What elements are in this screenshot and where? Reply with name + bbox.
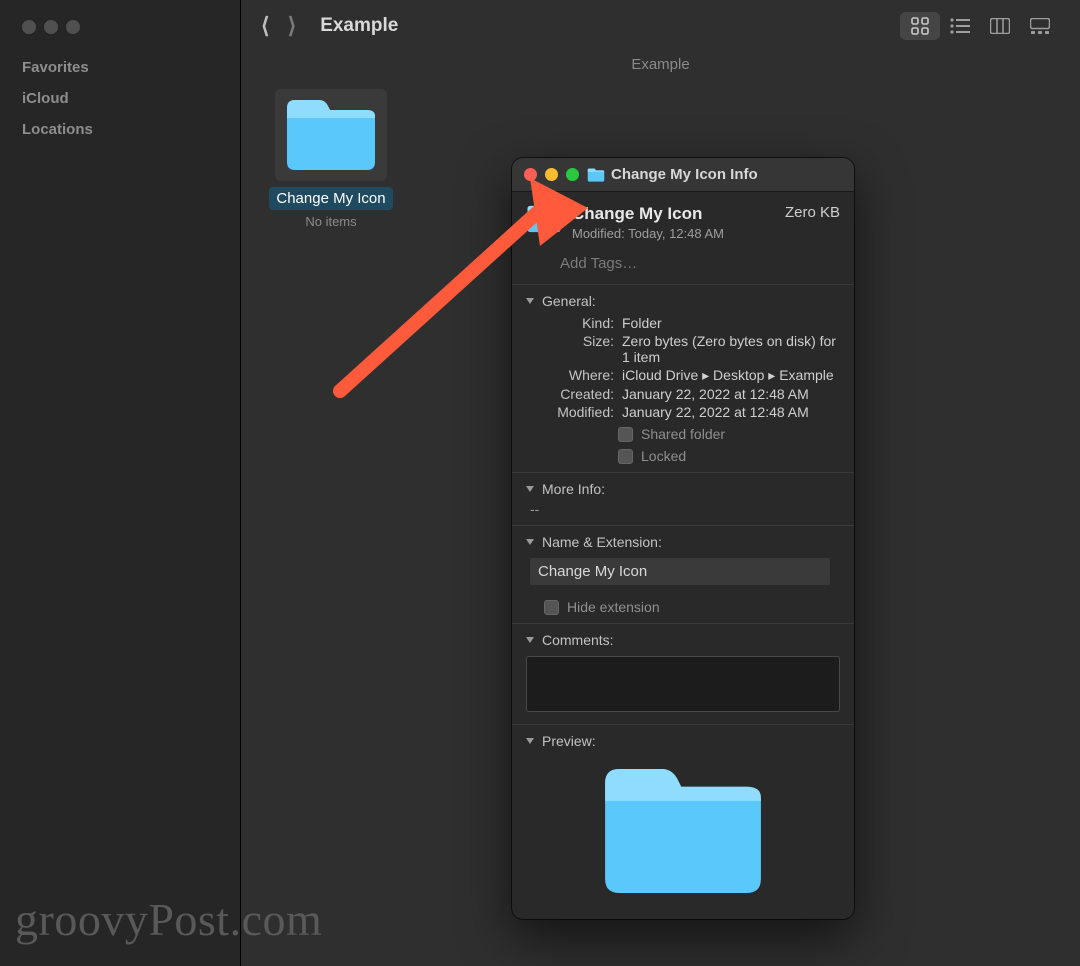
list-view-button[interactable] [940, 12, 980, 40]
section-more-info: More Info: -- [512, 473, 854, 525]
name-extension-input[interactable] [530, 558, 830, 585]
shared-folder-label: Shared folder [641, 426, 725, 442]
folder-icon [587, 167, 605, 183]
window-controls [20, 20, 220, 34]
folder-icon[interactable] [526, 204, 562, 234]
sidebar-section-locations[interactable]: Locations [22, 121, 220, 138]
preview-image [526, 749, 840, 911]
grid-icon [911, 17, 929, 35]
breadcrumb[interactable]: Example [241, 52, 1080, 83]
window-title: Example [320, 15, 398, 37]
info-modified-line: Modified: Today, 12:48 AM [572, 226, 724, 241]
section-general-toggle[interactable]: General: [526, 293, 840, 309]
info-window-title: Change My Icon Info [611, 166, 758, 183]
column-view-button[interactable] [980, 12, 1020, 40]
back-button[interactable]: ⟨ [261, 13, 270, 39]
created-value: January 22, 2022 at 12:48 AM [622, 386, 840, 402]
kind-label: Kind: [534, 315, 614, 331]
modified-label: Modified: [534, 404, 614, 420]
section-comments-toggle[interactable]: Comments: [526, 632, 840, 648]
info-zoom-button[interactable] [566, 168, 579, 181]
forward-button[interactable]: ⟩ [288, 13, 297, 39]
folder-label: Change My Icon [269, 187, 392, 210]
checkbox-icon [618, 427, 633, 442]
section-more-info-toggle[interactable]: More Info: [526, 481, 840, 497]
close-dot[interactable] [22, 20, 36, 34]
size-value: Zero bytes (Zero bytes on disk) for 1 it… [622, 333, 840, 365]
section-comments: Comments: [512, 624, 854, 724]
gallery-view-button[interactable] [1020, 12, 1060, 40]
folder-icon [598, 761, 768, 901]
section-name-ext-toggle[interactable]: Name & Extension: [526, 534, 840, 550]
tags-field[interactable]: Add Tags… [512, 249, 854, 284]
folder-item[interactable]: Change My Icon No items [256, 83, 406, 229]
modified-value: January 22, 2022 at 12:48 AM [622, 404, 840, 420]
kind-value: Folder [622, 315, 840, 331]
toolbar: ⟨ ⟩ Example [241, 0, 1080, 52]
locked-label: Locked [641, 448, 686, 464]
section-name-extension: Name & Extension: Hide extension [512, 526, 854, 623]
hide-extension-label: Hide extension [567, 599, 660, 615]
zoom-dot[interactable] [66, 20, 80, 34]
section-general: General: Kind: Folder Size: Zero bytes (… [512, 285, 854, 472]
folder-subtitle: No items [256, 214, 406, 229]
section-preview-toggle[interactable]: Preview: [526, 733, 840, 749]
size-label: Size: [534, 333, 614, 365]
created-label: Created: [534, 386, 614, 402]
info-name: Change My Icon [572, 204, 724, 224]
info-close-button[interactable] [524, 168, 537, 181]
info-titlebar[interactable]: Change My Icon Info [512, 158, 854, 192]
info-window[interactable]: Change My Icon Info Change My Icon Modif… [512, 158, 854, 919]
sidebar-section-favorites[interactable]: Favorites [22, 59, 220, 76]
watermark: groovyPost.com [15, 893, 322, 946]
folder-icon [275, 89, 387, 181]
where-label: Where: [534, 367, 614, 384]
locked-row[interactable]: Locked [618, 448, 840, 464]
sidebar: Favorites iCloud Locations [0, 0, 240, 966]
shared-folder-row[interactable]: Shared folder [618, 426, 840, 442]
checkbox-icon [544, 600, 559, 615]
hide-extension-row[interactable]: Hide extension [544, 599, 840, 615]
comments-textarea[interactable] [526, 656, 840, 712]
info-header: Change My Icon Modified: Today, 12:48 AM… [512, 192, 854, 249]
more-info-value: -- [530, 501, 840, 517]
minimize-dot[interactable] [44, 20, 58, 34]
columns-icon [990, 18, 1010, 34]
info-size-badge: Zero KB [785, 204, 840, 221]
info-minimize-button[interactable] [545, 168, 558, 181]
sidebar-section-icloud[interactable]: iCloud [22, 90, 220, 107]
section-preview: Preview: [512, 725, 854, 919]
where-value: iCloud Drive ▸ Desktop ▸ Example [622, 367, 840, 384]
checkbox-icon [618, 449, 633, 464]
list-icon [950, 18, 970, 34]
icon-view-button[interactable] [900, 12, 940, 40]
gallery-icon [1030, 18, 1050, 34]
view-switcher [900, 12, 1060, 40]
